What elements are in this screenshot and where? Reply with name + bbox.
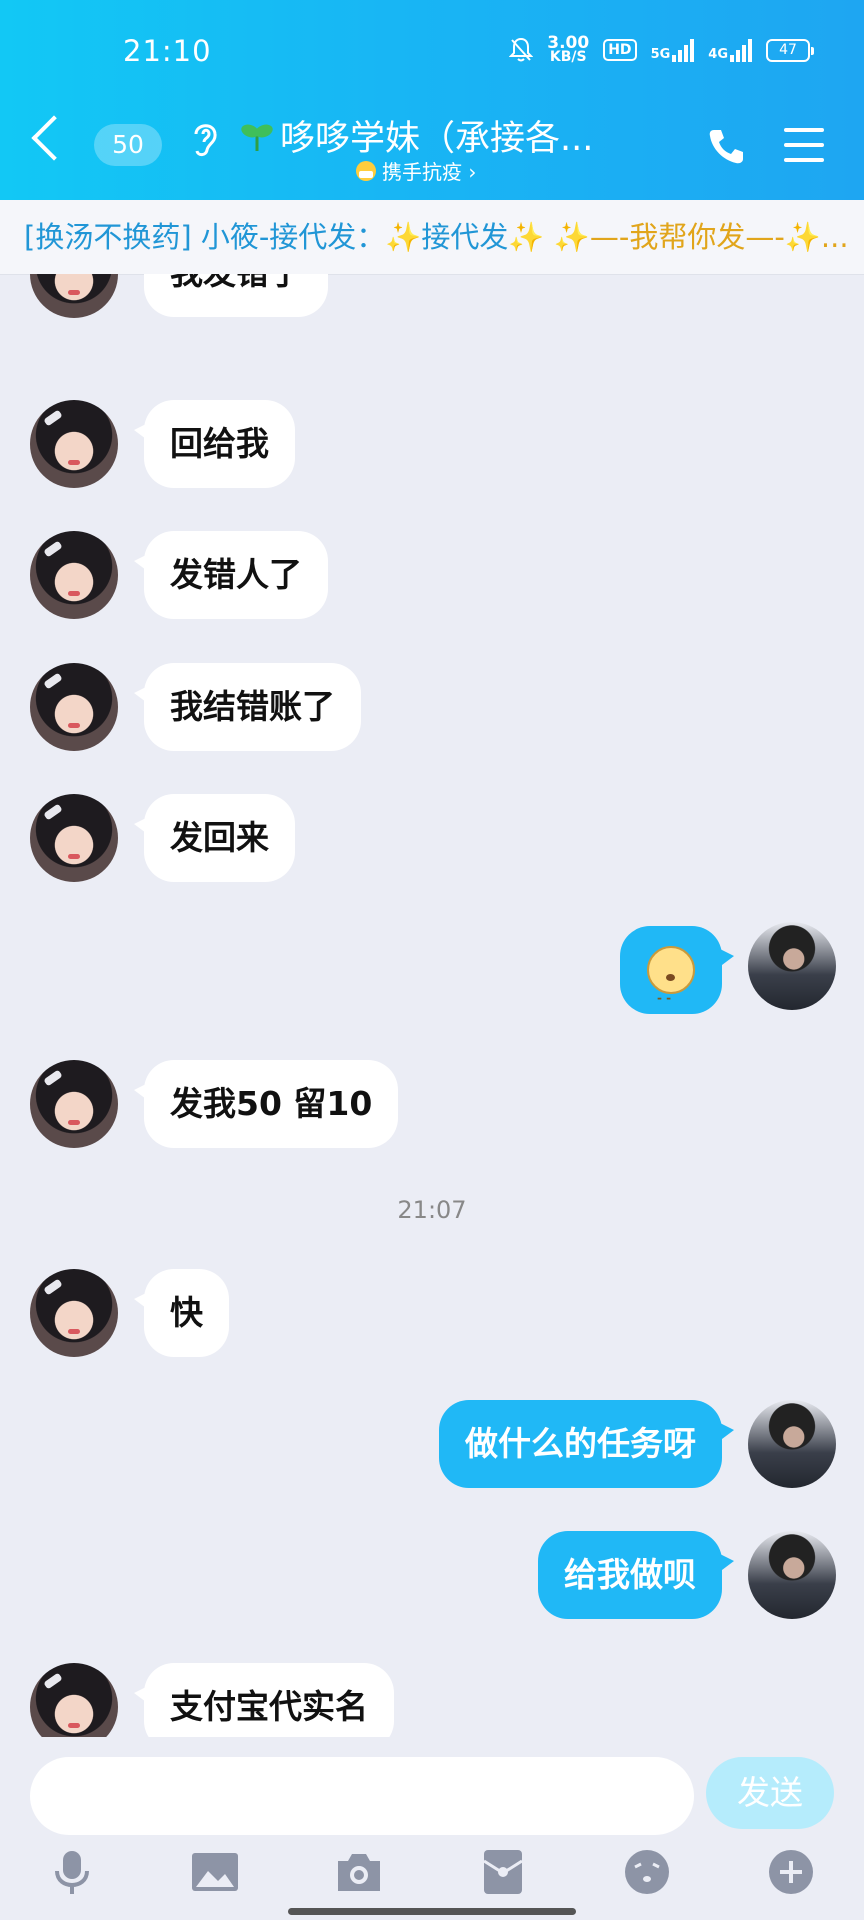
chat-title-group[interactable]: 哆哆学妹（承接各... bbox=[240, 110, 593, 161]
avatar[interactable] bbox=[30, 1269, 118, 1357]
signal-4g: 4G bbox=[708, 38, 752, 62]
phone-call-icon[interactable] bbox=[706, 126, 746, 166]
message-input[interactable] bbox=[30, 1757, 694, 1835]
unread-count-badge[interactable]: 50 bbox=[94, 124, 162, 166]
menu-icon[interactable] bbox=[784, 128, 824, 162]
ear-icon[interactable] bbox=[188, 118, 222, 158]
microphone-icon[interactable] bbox=[47, 1847, 97, 1897]
message-bubble[interactable]: 发错人了 bbox=[134, 531, 328, 619]
message-bubble[interactable]: 支付宝代实名 bbox=[134, 1663, 394, 1737]
avatar[interactable] bbox=[30, 794, 118, 882]
plus-icon[interactable] bbox=[766, 1847, 816, 1897]
avatar[interactable] bbox=[30, 531, 118, 619]
toolbar bbox=[0, 1847, 864, 1907]
home-indicator[interactable] bbox=[288, 1908, 576, 1915]
avatar[interactable] bbox=[30, 400, 118, 488]
mask-face-icon bbox=[356, 160, 376, 181]
send-button[interactable]: 发送 bbox=[706, 1757, 834, 1829]
chat-subtitle[interactable]: 携手抗疫 › bbox=[356, 156, 476, 185]
chat-header: 21:10 3.00 KB/S HD 5G 4G 47 50 哆哆学妹（承接各.… bbox=[0, 0, 864, 200]
notice-text-2: ✨—-我帮你发—-✨... bbox=[544, 220, 849, 254]
camera-icon[interactable] bbox=[334, 1847, 384, 1897]
network-speed: 3.00 KB/S bbox=[547, 33, 590, 65]
battery-icon: 47 bbox=[766, 38, 814, 62]
sprout-icon bbox=[241, 124, 273, 151]
signal-bars-icon bbox=[730, 38, 752, 62]
avatar[interactable] bbox=[30, 1060, 118, 1148]
net-label-5g: 5G bbox=[650, 47, 671, 62]
chat-title: 哆哆学妹（承接各... bbox=[280, 119, 594, 159]
red-packet-icon[interactable] bbox=[478, 1847, 528, 1897]
message-bubble[interactable]: 发我50 留10 bbox=[133, 1060, 399, 1148]
message-bubble[interactable]: 我发错了 bbox=[144, 274, 328, 317]
message-bubble[interactable]: 快 bbox=[134, 1269, 229, 1357]
message-bubble[interactable]: 发回来 bbox=[134, 794, 295, 882]
avatar[interactable] bbox=[748, 922, 836, 1010]
avatar[interactable] bbox=[30, 663, 118, 751]
message-bubble[interactable]: 给我做呗 bbox=[538, 1531, 734, 1619]
hd-voice-icon: HD bbox=[603, 39, 637, 61]
signal-5g: 5G bbox=[651, 38, 695, 62]
input-bar: 发送 bbox=[0, 1737, 864, 1920]
subtitle-text: 携手抗疫 › bbox=[382, 160, 477, 184]
message-outgoing: 给我做呗 bbox=[0, 1531, 864, 1621]
avatar[interactable] bbox=[30, 1663, 118, 1737]
avatar[interactable] bbox=[30, 274, 118, 318]
avatar[interactable] bbox=[748, 1531, 836, 1619]
message-outgoing bbox=[0, 922, 864, 1042]
image-icon[interactable] bbox=[190, 1847, 240, 1897]
emoji-message-bubble[interactable] bbox=[620, 926, 734, 1042]
status-icons: 3.00 KB/S HD 5G 4G 47 bbox=[509, 33, 814, 65]
mute-bell-icon bbox=[509, 37, 534, 62]
avatar[interactable] bbox=[748, 1400, 836, 1488]
speed-unit: KB/S bbox=[549, 49, 587, 65]
emoji-icon[interactable] bbox=[622, 1847, 672, 1897]
status-time: 21:10 bbox=[123, 34, 212, 68]
back-arrow-icon[interactable] bbox=[31, 115, 77, 161]
signal-bars-icon bbox=[672, 38, 695, 62]
net-label-4g: 4G bbox=[708, 47, 728, 62]
message-bubble[interactable]: 回给我 bbox=[134, 400, 295, 488]
message-timestamp: 21:07 bbox=[397, 1196, 467, 1224]
speed-value: 3.00 bbox=[547, 33, 590, 53]
message-bubble[interactable]: 做什么的任务呀 bbox=[439, 1400, 734, 1488]
message-list[interactable]: 我发错了 回给我 发错人了 我结错账了 发回来 发我50 留10 21:07 快… bbox=[0, 274, 864, 1737]
dizzy-face-emoji-icon bbox=[647, 945, 695, 1042]
message-outgoing: 做什么的任务呀 bbox=[0, 1400, 864, 1490]
group-notice-bar[interactable]: [换汤不换药] 小筱-接代发：✨接代发✨ ✨—-我帮你发—-✨... bbox=[0, 200, 864, 275]
notice-text-1: [换汤不换药] 小筱-接代发：✨接代发✨ bbox=[24, 220, 545, 254]
message-bubble[interactable]: 我结错账了 bbox=[134, 663, 361, 751]
